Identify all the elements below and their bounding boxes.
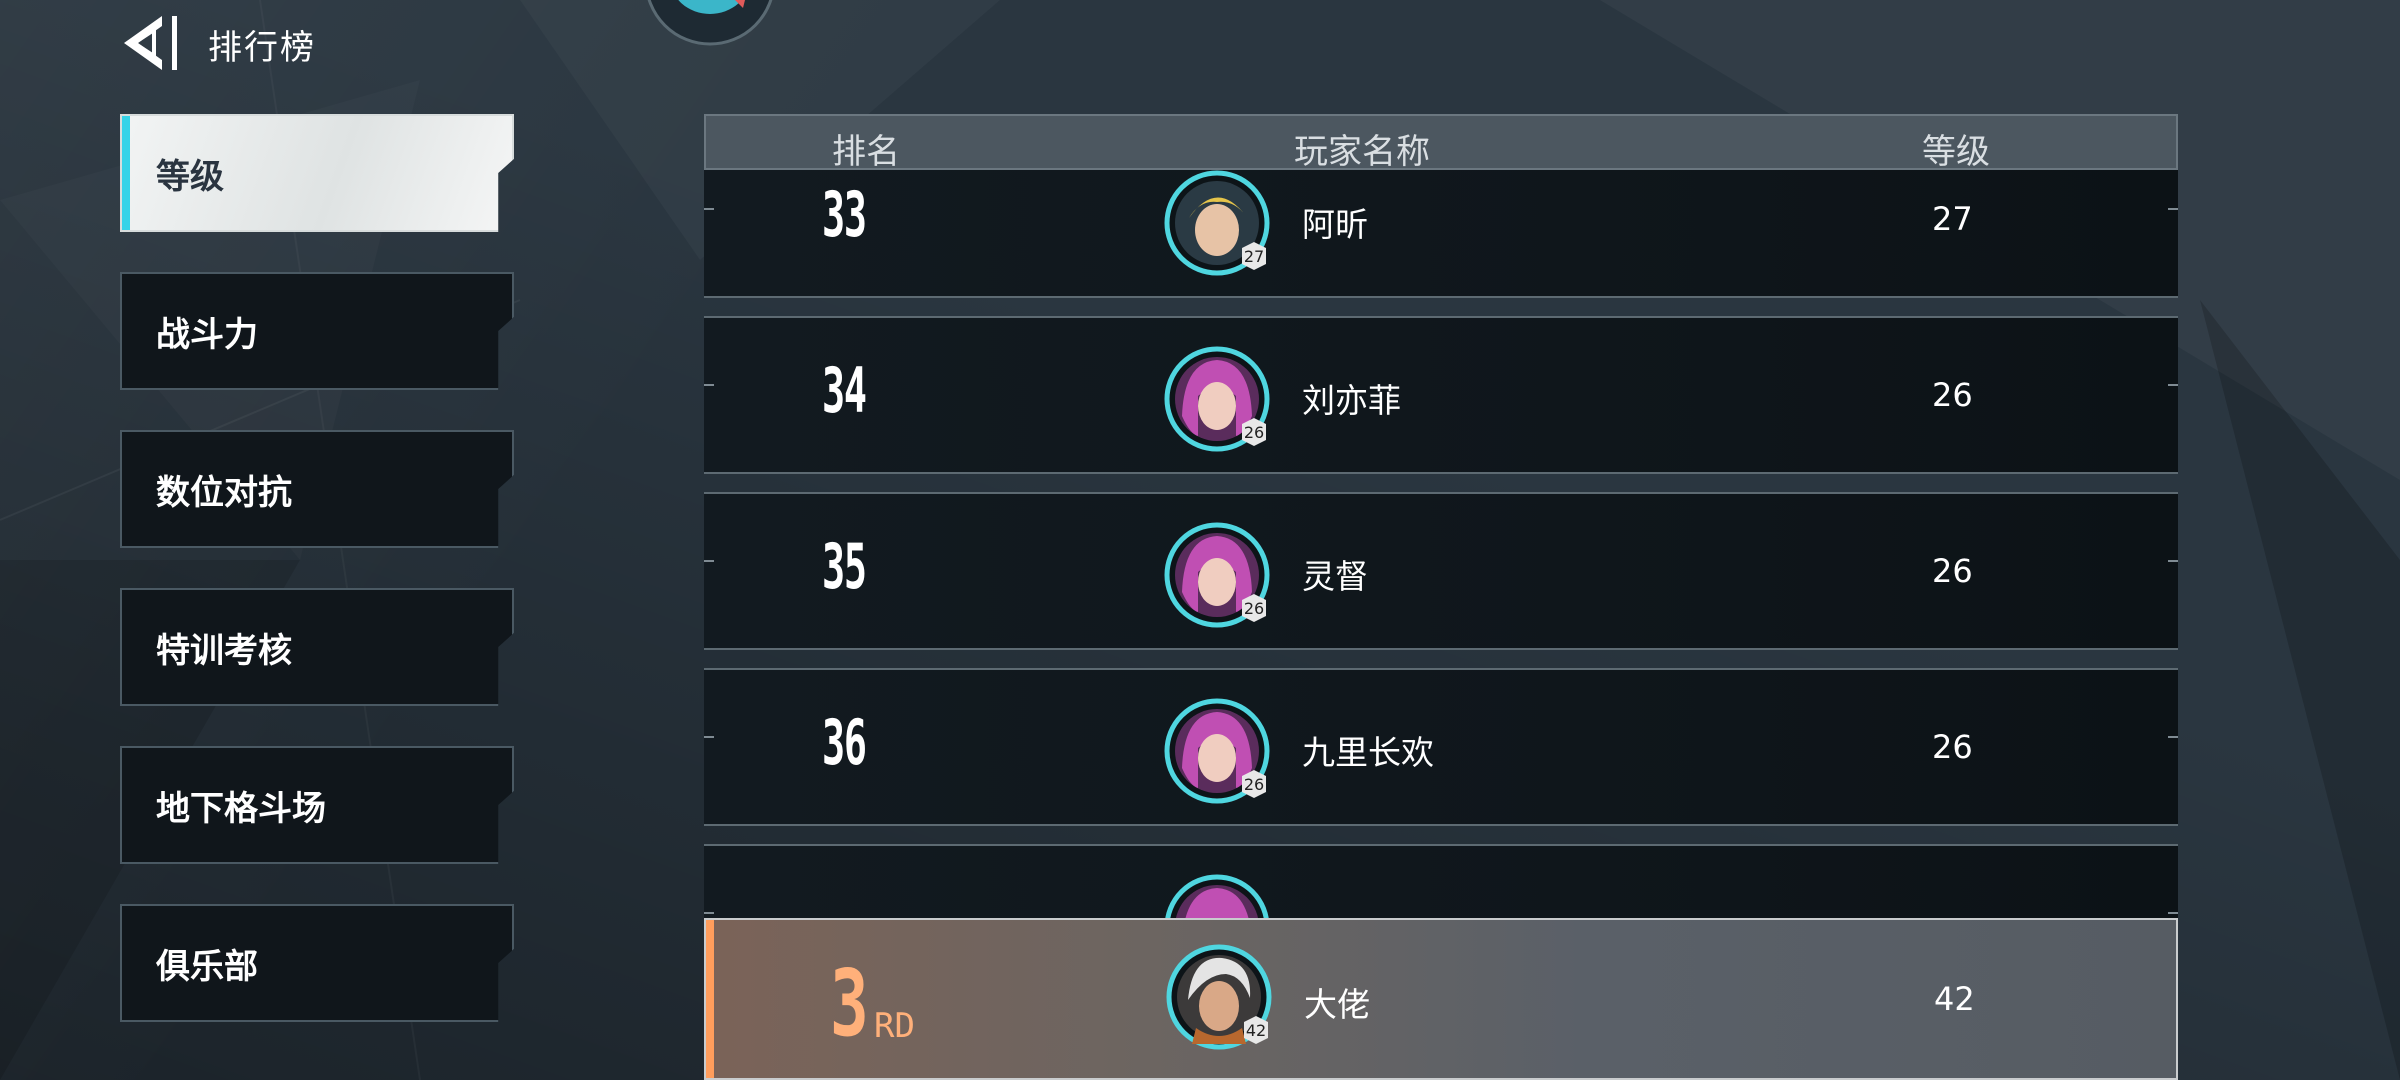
player-name: 刘亦菲	[1302, 381, 1401, 420]
tab-level[interactable]: 等级	[120, 114, 514, 232]
column-level: 等级	[1922, 132, 1990, 172]
mascot-icon	[647, 0, 773, 46]
my-rank-suffix: RD	[874, 1006, 915, 1046]
ranking-list[interactable]: 33 27 阿昕 27 34 26 刘亦菲 26 35 26 灵督 26 36 …	[704, 170, 2178, 1030]
table-row[interactable]: 36 26 九里长欢 26	[704, 668, 2178, 826]
my-player-name: 大佬	[1304, 985, 1370, 1024]
my-rank-number: 3	[830, 950, 869, 1057]
table-row[interactable]: 35 26 灵督 26	[704, 492, 2178, 650]
tab-label: 数位对抗	[156, 472, 292, 513]
tab-combat-power[interactable]: 战斗力	[120, 272, 514, 390]
player-level: 26	[1932, 552, 1973, 590]
my-player-level: 42	[1934, 980, 1975, 1018]
avatar-level-badge: 27	[1244, 247, 1264, 266]
tab-label: 地下格斗场	[156, 788, 326, 829]
tab-special-training[interactable]: 特训考核	[120, 588, 514, 706]
avatar-level-badge: 26	[1244, 599, 1264, 618]
tab-label: 特训考核	[156, 630, 292, 671]
rank-number: 35	[822, 530, 867, 603]
pink-hair-girl-avatar[interactable]: 26	[1164, 522, 1270, 628]
table-row[interactable]: 34 26 刘亦菲 26	[704, 316, 2178, 474]
column-player-name: 玩家名称	[1294, 132, 1430, 172]
white-hair-hero-avatar[interactable]: 42	[1166, 944, 1272, 1050]
blonde-hero-avatar[interactable]: 27	[1164, 170, 1270, 276]
tab-underground-arena[interactable]: 地下格斗场	[120, 746, 514, 864]
back-arrow-icon	[124, 16, 177, 70]
avatar-level-badge: 42	[1246, 1021, 1266, 1040]
rank-number: 34	[822, 354, 867, 427]
rank-number: 36	[822, 706, 867, 779]
my-rank-row[interactable]: 3 RD 42 大佬 42	[704, 918, 2178, 1080]
tab-label: 俱乐部	[156, 946, 258, 987]
table-header: 排名 玩家名称 等级	[704, 114, 2178, 172]
tab-label: 等级	[156, 156, 224, 197]
my-rank: 3 RD	[830, 950, 915, 1057]
tab-digital-battle[interactable]: 数位对抗	[120, 430, 514, 548]
player-name: 阿昕	[1302, 205, 1368, 244]
back-button[interactable]	[118, 10, 188, 76]
avatar-level-badge: 26	[1244, 775, 1264, 794]
player-level: 26	[1932, 376, 1973, 414]
table-row[interactable]: 33 27 阿昕 27	[704, 170, 2178, 298]
player-level: 26	[1932, 728, 1973, 766]
player-level: 27	[1932, 200, 1973, 238]
player-name: 灵督	[1302, 557, 1368, 596]
player-name: 九里长欢	[1302, 733, 1434, 772]
pink-hair-girl-avatar[interactable]: 26	[1164, 346, 1270, 452]
avatar-level-badge: 26	[1244, 423, 1264, 442]
tab-club[interactable]: 俱乐部	[120, 904, 514, 1022]
pink-hair-girl-avatar[interactable]: 26	[1164, 698, 1270, 804]
tab-label: 战斗力	[156, 314, 258, 355]
column-rank: 排名	[832, 132, 900, 172]
rank-number: 33	[822, 178, 867, 251]
page-title: 排行榜	[208, 28, 316, 68]
